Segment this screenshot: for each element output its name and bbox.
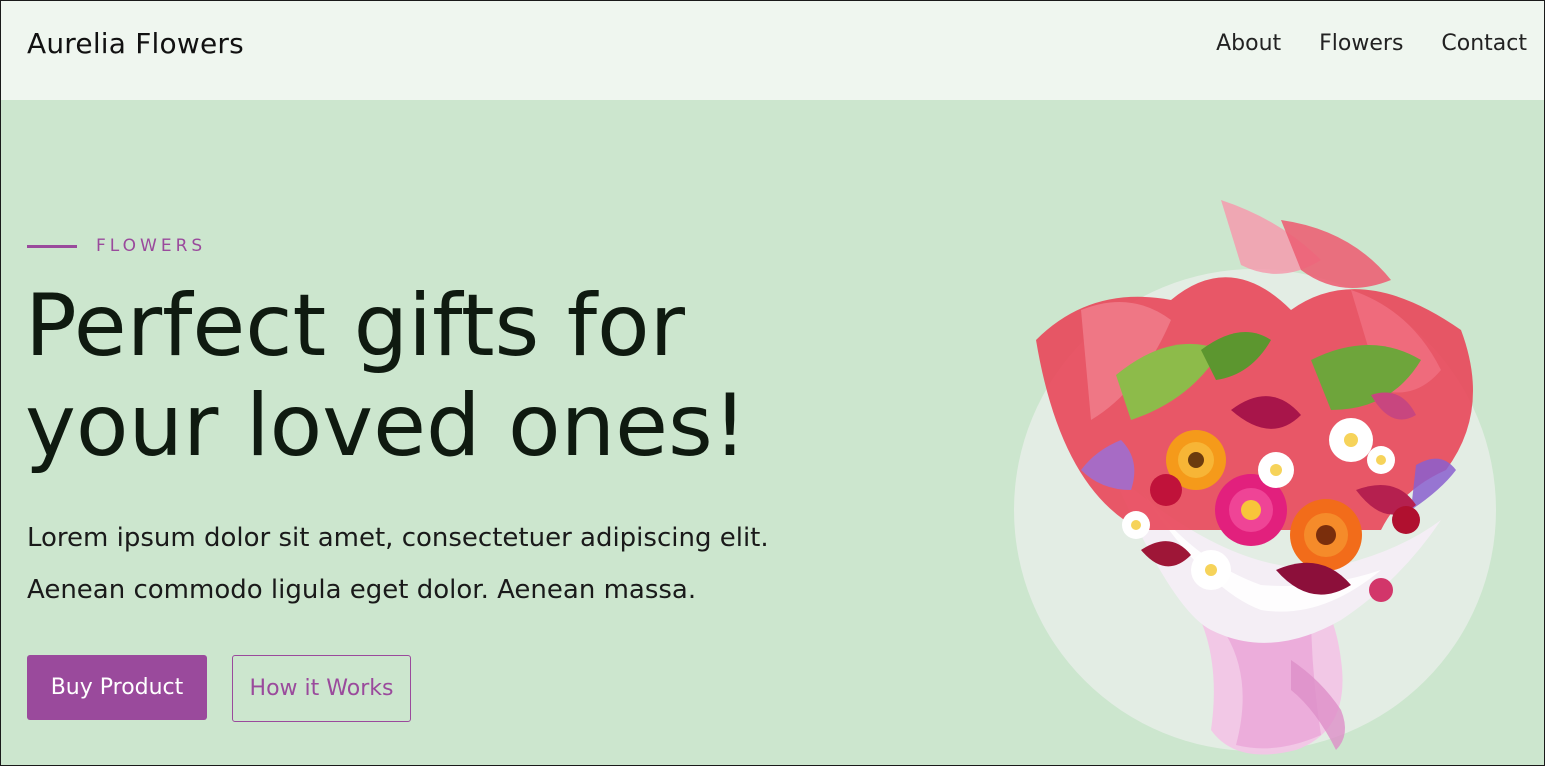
hero-headline: Perfect gifts for your loved ones!	[25, 276, 925, 476]
eyebrow-label: FLOWERS	[96, 236, 207, 256]
hero-section: FLOWERS Perfect gifts for your loved one…	[1, 100, 1544, 765]
how-it-works-button[interactable]: How it Works	[232, 655, 411, 722]
nav-link-contact[interactable]: Contact	[1441, 31, 1527, 56]
site-header: Aurelia Flowers About Flowers Contact	[1, 1, 1544, 100]
nav-link-about[interactable]: About	[1216, 31, 1281, 56]
flower-bouquet-image	[1036, 200, 1473, 755]
hero-buttons: Buy Product How it Works	[27, 655, 411, 722]
brand-logo-text[interactable]: Aurelia Flowers	[27, 27, 244, 60]
hero-eyebrow: FLOWERS	[27, 236, 206, 256]
headline-line-1: Perfect gifts for	[25, 276, 685, 376]
lead-line-2: Aenean commodo ligula eget dolor. Aenean…	[27, 575, 697, 605]
lead-line-1: Lorem ipsum dolor sit amet, consectetuer…	[27, 523, 769, 553]
eyebrow-divider	[27, 244, 77, 248]
hero-lead-text: Lorem ipsum dolor sit amet, consectetuer…	[27, 512, 907, 616]
main-nav: About Flowers Contact	[1216, 31, 1527, 56]
nav-link-flowers[interactable]: Flowers	[1319, 31, 1403, 56]
headline-line-2: your loved ones!	[25, 376, 748, 476]
buy-product-button[interactable]: Buy Product	[27, 655, 207, 720]
